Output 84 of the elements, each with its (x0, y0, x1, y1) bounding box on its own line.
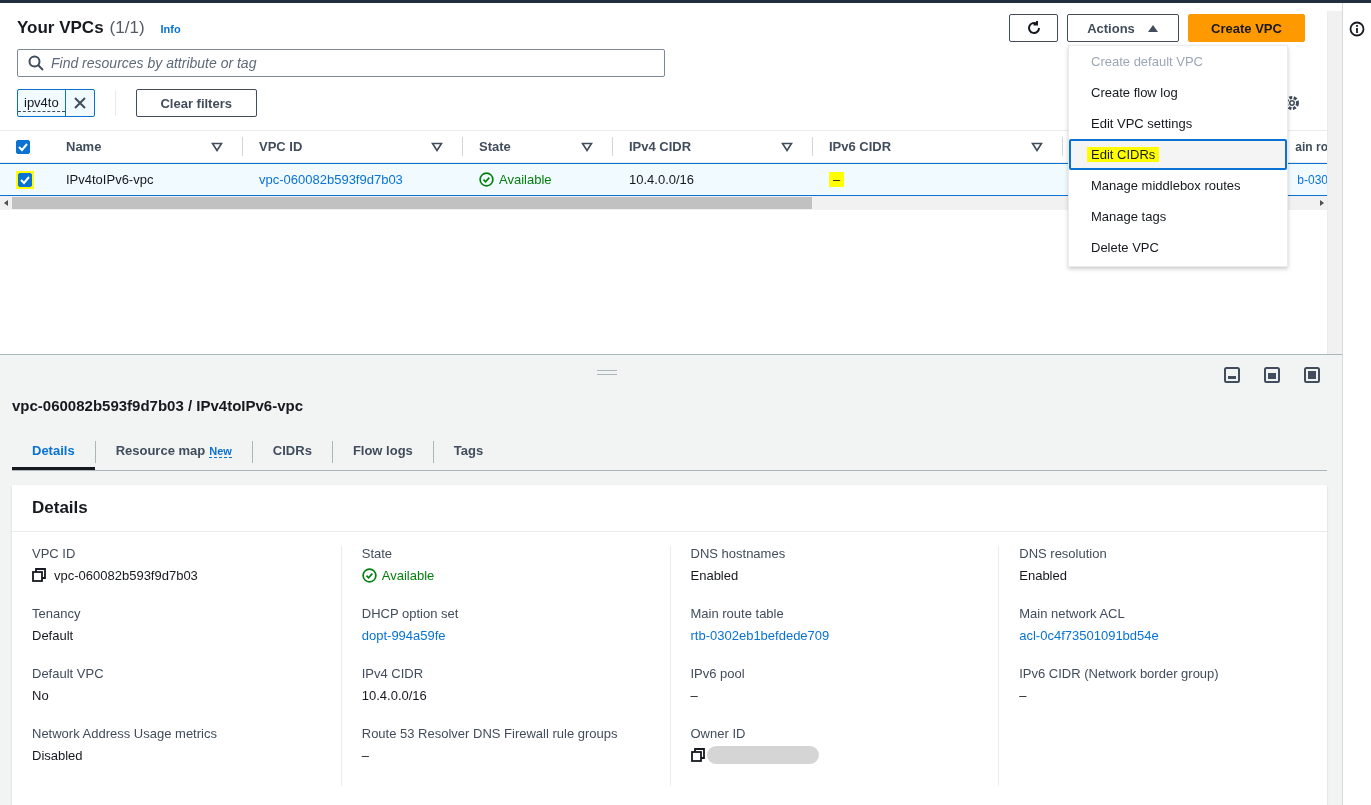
detail-title: vpc-060082b593f9d7b03 / IPv4toIPv6-vpc (12, 397, 303, 414)
filter-token[interactable]: ipv4to (17, 89, 95, 117)
copy-icon[interactable] (690, 748, 705, 762)
table-cell: IPv4toIPv6-vpc (66, 172, 154, 187)
field-value: 10.4.0.0/16 (361, 687, 427, 703)
menu-item[interactable]: Edit VPC settings (1069, 108, 1287, 139)
field-label: IPv6 CIDR (Network border group) (1019, 666, 1220, 681)
vpc-link[interactable]: b-030 (1297, 172, 1328, 187)
field-label: DNS hostnames (690, 546, 787, 561)
column-header[interactable]: IPv4 CIDR (629, 139, 692, 154)
sort-icon[interactable] (581, 141, 593, 152)
vpc-link[interactable]: vpc-060082b593f9d7b03 (259, 172, 403, 187)
sort-icon[interactable] (1031, 141, 1043, 152)
menu-item[interactable]: Delete VPC (1069, 232, 1287, 263)
vertical-scrollbar[interactable] (1327, 11, 1342, 354)
field-label: Main route table (690, 606, 785, 621)
copy-icon[interactable] (32, 568, 46, 582)
detail-tab[interactable]: Resource map New (95, 434, 252, 470)
table-cell: – (829, 172, 845, 187)
menu-item[interactable]: Edit CIDRs (1069, 139, 1287, 170)
detail-tab[interactable]: Flow logs (332, 434, 433, 470)
panel-layout-icon[interactable] (1224, 367, 1240, 383)
clear-filters-button[interactable]: Clear filters (135, 89, 257, 117)
info-icon[interactable] (1349, 21, 1365, 37)
check-circle-icon (361, 567, 377, 583)
field-label: Route 53 Resolver DNS Firewall rule groups (361, 726, 619, 741)
field-value: Enabled (690, 567, 739, 583)
field-value: No (32, 687, 49, 703)
field-label: VPC ID (32, 546, 77, 561)
detail-tab[interactable]: CIDRs (252, 434, 332, 470)
sort-icon[interactable] (431, 141, 443, 152)
field-label: Tenancy (32, 606, 82, 621)
menu-item[interactable]: Create flow log (1069, 77, 1287, 108)
detail-tab[interactable]: Details (12, 434, 95, 470)
column-header[interactable]: State (479, 139, 511, 154)
check-circle-icon (479, 172, 494, 187)
field-label: Owner ID (690, 726, 747, 741)
status-text: Available (479, 172, 552, 187)
status-text: Available (361, 567, 435, 583)
panel-layout-icon[interactable] (1264, 367, 1280, 383)
refresh-button[interactable] (1009, 14, 1058, 42)
field-link[interactable]: rtb-0302eb1befdede709 (690, 627, 830, 643)
column-header[interactable]: Name (66, 139, 102, 154)
field-label: DHCP option set (361, 606, 460, 621)
item-count: (1/1) (109, 18, 145, 38)
caret-icon (1146, 23, 1159, 33)
select-all-checkbox[interactable] (16, 139, 30, 154)
field-label: State (361, 546, 394, 561)
sort-icon[interactable] (781, 141, 793, 152)
field-label: Main network ACL (1019, 606, 1126, 621)
table-cell: 10.4.0.0/16 (629, 172, 695, 187)
field-label: IPv4 CIDR (361, 666, 425, 681)
panel-layout-icon[interactable] (1304, 367, 1320, 383)
detail-tab[interactable]: Tags (433, 434, 504, 470)
field-link[interactable]: dopt-994a59fe (361, 627, 446, 643)
search-field[interactable]: Find resources by attribute or tag (17, 49, 665, 77)
field-value: Disabled (32, 747, 83, 763)
field-value: vpc-060082b593f9d7b03 (54, 567, 198, 583)
row-checkbox[interactable] (16, 170, 34, 189)
field-value: Enabled (1019, 567, 1067, 583)
create-vpc-button[interactable]: Create VPC (1188, 14, 1305, 42)
field-link[interactable]: acl-0c4f73501091bd54e (1019, 627, 1159, 643)
sort-icon[interactable] (211, 141, 223, 152)
menu-item[interactable]: Manage middlebox routes (1069, 170, 1287, 201)
resize-handle[interactable] (597, 370, 617, 375)
search-icon (28, 55, 44, 71)
column-header[interactable]: VPC ID (259, 139, 303, 154)
refresh-icon (1025, 20, 1042, 36)
field-value: – (690, 687, 698, 703)
field-label: Default VPC (32, 666, 105, 681)
field-value: – (1019, 687, 1027, 703)
column-header[interactable]: IPv6 CIDR (829, 139, 892, 154)
actions-button[interactable]: Actions (1067, 14, 1179, 42)
field-value: – (361, 747, 369, 763)
field-label: DNS resolution (1019, 546, 1108, 561)
field-label: Network Address Usage metrics (32, 726, 218, 741)
card-title: Details (12, 485, 1327, 532)
column-header[interactable]: ain ro (1295, 139, 1328, 154)
menu-item[interactable]: Manage tags (1069, 201, 1287, 232)
field-label: IPv6 pool (690, 666, 746, 681)
close-icon (72, 96, 87, 110)
page-title: Your VPCs (17, 18, 104, 38)
info-link[interactable]: Info (160, 23, 181, 35)
field-value: Default (32, 627, 74, 643)
